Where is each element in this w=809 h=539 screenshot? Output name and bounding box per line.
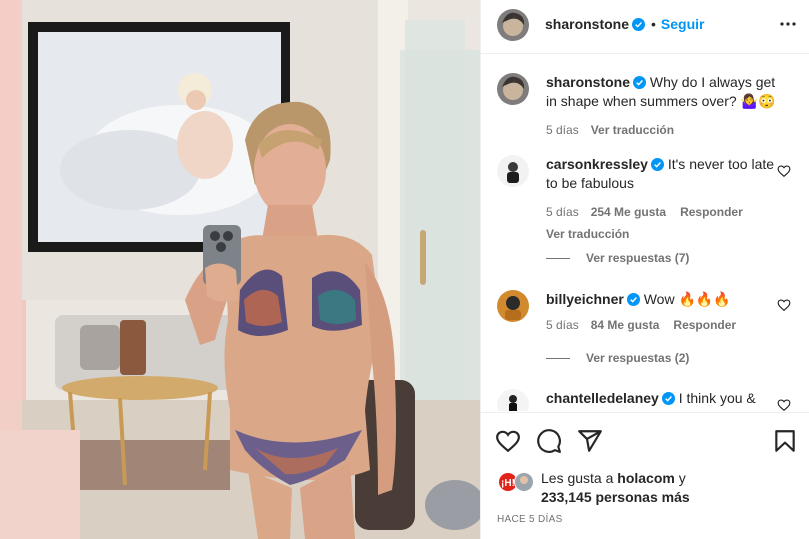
caption-age[interactable]: 5 días bbox=[546, 123, 579, 137]
comment: chantelledelaney I think you & bbox=[497, 389, 797, 411]
comments-list[interactable]: sharonstone Why do I always get in shape… bbox=[481, 55, 809, 411]
comment: carsonkressley It's never too late to be… bbox=[497, 155, 797, 241]
verified-badge-icon bbox=[632, 18, 646, 31]
heart-icon[interactable] bbox=[495, 428, 521, 454]
share-icon[interactable] bbox=[577, 428, 603, 454]
separator-dot: • bbox=[651, 16, 656, 32]
comment-likes[interactable]: 84 Me gusta bbox=[591, 318, 660, 332]
reply-button[interactable]: Responder bbox=[673, 318, 736, 332]
post-photo[interactable] bbox=[0, 0, 480, 539]
post-sidebar: sharonstone • Seguir sharonstone Why do I … bbox=[480, 0, 809, 539]
caption-username[interactable]: sharonstone bbox=[546, 74, 630, 90]
post-timestamp[interactable]: HACE 5 DÍAS bbox=[497, 514, 563, 525]
commenter-username[interactable]: chantelledelaney bbox=[546, 390, 659, 406]
commenter-username[interactable]: billyeichner bbox=[546, 291, 624, 307]
translate-link[interactable]: Ver traducción bbox=[591, 123, 674, 137]
view-replies-button[interactable]: Ver respuestas (2) bbox=[546, 351, 689, 365]
follow-button[interactable]: Seguir bbox=[661, 16, 705, 32]
comment-text: Wow 🔥🔥🔥 bbox=[643, 291, 731, 307]
svg-text:¡H!: ¡H! bbox=[501, 478, 515, 489]
comment: billyeichner Wow 🔥🔥🔥 5 días 84 Me gusta Re… bbox=[497, 290, 797, 340]
commenter-avatar[interactable] bbox=[497, 290, 529, 322]
comment-likes[interactable]: 254 Me gusta bbox=[591, 205, 666, 219]
reply-button[interactable]: Responder bbox=[680, 205, 743, 219]
liker-username[interactable]: holacom bbox=[617, 470, 675, 486]
comment-age[interactable]: 5 días bbox=[546, 318, 579, 332]
commenter-avatar[interactable] bbox=[497, 389, 529, 411]
comment-text: I think you & bbox=[678, 390, 756, 406]
view-replies-label: Ver respuestas (7) bbox=[586, 251, 690, 265]
author-avatar[interactable] bbox=[497, 9, 529, 41]
reply-line bbox=[546, 358, 570, 360]
post-actions: ¡H! Les gusta a holacom y 233,145 person… bbox=[481, 412, 809, 539]
bookmark-icon[interactable] bbox=[772, 428, 798, 454]
comment-heart-icon[interactable] bbox=[777, 398, 791, 411]
post-viewer: sharonstone • Seguir sharonstone Why do I … bbox=[0, 0, 809, 539]
verified-badge-icon bbox=[650, 158, 664, 171]
comment-heart-icon[interactable] bbox=[777, 298, 791, 312]
likes-prefix: Les gusta a bbox=[541, 470, 614, 486]
likes-count[interactable]: 233,145 personas más bbox=[541, 489, 690, 505]
likers-avatars: ¡H! bbox=[497, 471, 537, 493]
reply-line bbox=[546, 258, 570, 260]
verified-badge-icon bbox=[661, 392, 675, 405]
post-header: sharonstone • Seguir bbox=[481, 0, 809, 54]
view-replies-button[interactable]: Ver respuestas (7) bbox=[546, 251, 689, 265]
verified-badge-icon bbox=[633, 76, 647, 89]
selfie-image bbox=[0, 0, 480, 539]
comment-heart-icon[interactable] bbox=[777, 164, 791, 178]
comment-icon[interactable] bbox=[536, 428, 562, 454]
caption-avatar[interactable] bbox=[497, 73, 529, 105]
translate-link[interactable]: Ver traducción bbox=[546, 227, 629, 241]
commenter-avatar[interactable] bbox=[497, 155, 529, 187]
likes-joiner: y bbox=[678, 470, 686, 486]
commenter-username[interactable]: carsonkressley bbox=[546, 156, 648, 172]
author-username[interactable]: sharonstone bbox=[545, 16, 629, 32]
caption: sharonstone Why do I always get in shape… bbox=[497, 73, 797, 143]
view-replies-label: Ver respuestas (2) bbox=[586, 351, 690, 365]
verified-badge-icon bbox=[626, 293, 640, 306]
comment-age[interactable]: 5 días bbox=[546, 205, 579, 219]
more-options-icon[interactable] bbox=[778, 14, 798, 34]
